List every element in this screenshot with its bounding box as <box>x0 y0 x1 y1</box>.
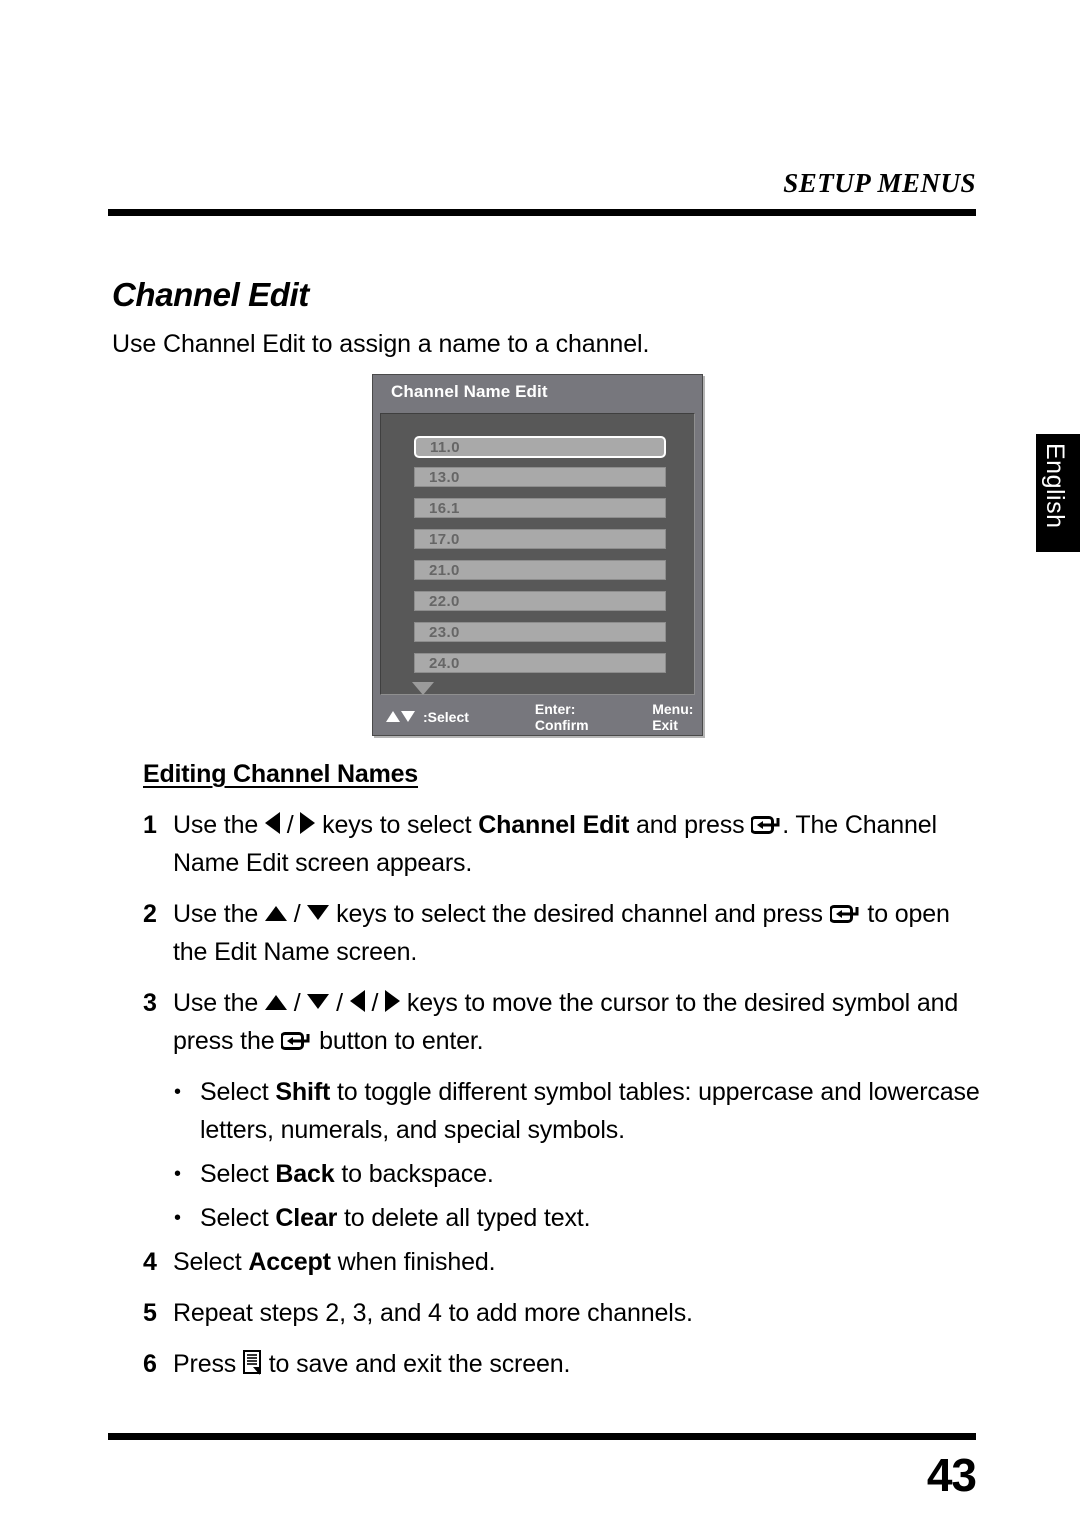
step-text-part: to save and exit the screen. <box>261 1350 571 1378</box>
step-number: 1 <box>143 811 157 839</box>
step-number: 5 <box>143 1299 157 1327</box>
right-arrow-icon <box>300 812 316 834</box>
step-text-bold: Channel Edit <box>478 811 630 839</box>
step-number: 6 <box>143 1350 157 1378</box>
left-arrow-icon <box>349 990 365 1012</box>
sub-heading: Editing Channel Names <box>143 760 419 788</box>
menu-button-icon <box>242 1349 262 1375</box>
channel-list-item[interactable]: 11.0 <box>414 436 666 458</box>
enter-button-icon <box>750 808 782 834</box>
channel-list: 11.0 13.0 16.1 17.0 21.0 22.0 23.0 24.0 <box>381 436 694 673</box>
bullet-item: • Select Clear to delete all typed text. <box>174 1199 983 1237</box>
enter-button-icon <box>280 1024 312 1050</box>
step-text: Use the / / / keys to move the cursor to… <box>173 984 983 1060</box>
step-text-part: keys to select the desired channel and p… <box>329 900 830 928</box>
step-text-part: Use the <box>173 811 265 839</box>
step-item: 2 Use the / keys to select the desired c… <box>143 895 983 971</box>
bullet-dot: • <box>174 1207 181 1229</box>
scroll-down-icon[interactable] <box>412 682 434 695</box>
channel-list-item[interactable]: 13.0 <box>414 467 666 487</box>
step-text-part: / <box>279 811 301 839</box>
step-number: 2 <box>143 900 157 928</box>
page-number: 43 <box>926 1449 977 1501</box>
step-text-part: / <box>329 989 350 1017</box>
step-text-part: / <box>286 900 308 928</box>
osd-body: 11.0 13.0 16.1 17.0 21.0 22.0 23.0 24.0 <box>380 413 695 695</box>
step-number: 4 <box>143 1248 157 1276</box>
step-text-bold: Accept <box>248 1248 331 1276</box>
intro-paragraph: Use Channel Edit to assign a name to a c… <box>112 330 650 358</box>
running-head: SETUP MENUS <box>783 168 976 198</box>
bullet-item: • Select Back to backspace. <box>174 1155 983 1193</box>
steps-list: 1 Use the / keys to select Channel Edit … <box>143 806 983 1396</box>
channel-list-item[interactable]: 17.0 <box>414 529 666 549</box>
right-arrow-icon <box>385 990 401 1012</box>
osd-hint-confirm: Enter: Confirm <box>534 700 589 733</box>
channel-list-item[interactable]: 24.0 <box>414 653 666 673</box>
osd-hint-exit: Menu: Exit <box>652 700 694 733</box>
step-text-part: when finished. <box>330 1248 496 1276</box>
bullet-text-bold: Clear <box>275 1204 338 1232</box>
step-text-part: Use the <box>173 989 265 1017</box>
step-text: Select Accept when finished. <box>173 1243 983 1281</box>
bullet-text: Select Back to backspace. <box>200 1155 983 1193</box>
bullet-text: Select Shift to toggle different symbol … <box>200 1073 983 1149</box>
channel-list-item[interactable]: 22.0 <box>414 591 666 611</box>
bullet-item: • Select Shift to toggle different symbo… <box>174 1073 983 1149</box>
up-arrow-icon <box>264 906 287 921</box>
step-item: 4 Select Accept when finished. <box>143 1243 983 1281</box>
step-item: 6 Press to save and exit the screen. <box>143 1345 983 1383</box>
bullet-text-bold: Shift <box>275 1078 331 1106</box>
step-text-part: Press <box>173 1350 243 1378</box>
language-tab-label: English <box>1041 443 1069 529</box>
step-item: 3 Use the / / / keys to move the cursor … <box>143 984 983 1060</box>
osd-hint-select-label: :Select <box>423 708 469 725</box>
down-arrow-icon <box>307 905 330 920</box>
channel-list-item[interactable]: 23.0 <box>414 622 666 642</box>
channel-list-item[interactable]: 21.0 <box>414 560 666 580</box>
arrow-up-icon <box>386 711 400 722</box>
enter-button-icon <box>828 897 861 923</box>
channel-list-item[interactable]: 16.1 <box>414 498 666 518</box>
header-rule <box>108 209 976 216</box>
bullet-text-bold: Back <box>275 1160 335 1188</box>
step-number: 3 <box>143 989 157 1017</box>
step-text-part: Select <box>173 1248 249 1276</box>
step-text-part: keys to select <box>315 811 479 839</box>
up-arrow-icon <box>264 995 287 1010</box>
osd-channel-name-edit-screen: Channel Name Edit 11.0 13.0 16.1 17.0 21… <box>372 374 703 736</box>
step-text: Press to save and exit the screen. <box>173 1345 983 1383</box>
arrow-down-icon <box>401 711 415 722</box>
osd-footer-hints: :Select Enter: Confirm Menu: Exit <box>380 701 695 733</box>
step-text-part: / <box>364 989 386 1017</box>
step-text-part: / <box>286 989 308 1017</box>
bullet-text-part: to delete all typed text. <box>337 1204 591 1232</box>
bullet-text-part: Select <box>200 1204 276 1232</box>
step-item: 5 Repeat steps 2, 3, and 4 to add more c… <box>143 1294 983 1332</box>
step-text-part: Use the <box>173 900 265 928</box>
left-arrow-icon <box>264 812 280 834</box>
language-tab: English <box>1036 434 1080 552</box>
down-arrow-icon <box>307 994 330 1009</box>
osd-hint-select: :Select <box>386 709 469 725</box>
step-text: Repeat steps 2, 3, and 4 to add more cha… <box>173 1299 693 1327</box>
bullet-dot: • <box>174 1081 181 1103</box>
step-text: Use the / keys to select Channel Edit an… <box>173 806 983 882</box>
step-text-part: button to enter. <box>312 1027 484 1055</box>
bullet-text-part: Select <box>200 1160 276 1188</box>
footer-rule <box>108 1433 976 1440</box>
bullet-dot: • <box>174 1163 181 1185</box>
step-text: Use the / keys to select the desired cha… <box>173 895 983 971</box>
step-item: 1 Use the / keys to select Channel Edit … <box>143 806 983 882</box>
bullet-text-part: to backspace. <box>334 1160 494 1188</box>
osd-title: Channel Name Edit <box>391 382 548 401</box>
bullet-list: • Select Shift to toggle different symbo… <box>143 1073 983 1237</box>
page-title: Channel Edit <box>112 276 309 313</box>
bullet-text-part: Select <box>200 1078 276 1106</box>
bullet-text: Select Clear to delete all typed text. <box>200 1199 983 1237</box>
step-text-part: and press <box>629 811 752 839</box>
